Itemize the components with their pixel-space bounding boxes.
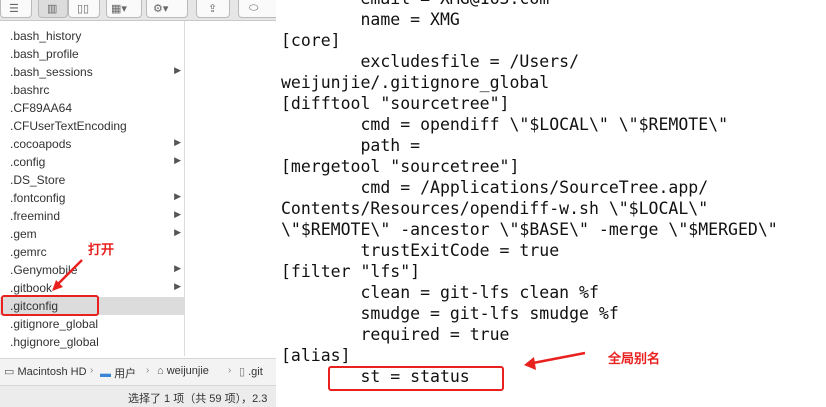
path-separator: › [90, 365, 94, 376]
tag-icon: ⬭ [249, 2, 259, 14]
disk-icon: ▭ [4, 366, 15, 378]
file-name: .cocoapods [10, 137, 72, 151]
document-icon: ▯ [239, 366, 246, 378]
path-disk[interactable]: ▭ Macintosh HD [4, 365, 87, 378]
file-name: .config [10, 155, 46, 169]
file-name: .fontconfig [10, 191, 66, 205]
file-name: .DS_Store [10, 173, 66, 187]
folder-icon: ▬ [100, 368, 111, 380]
action-gear-icon: ⚙▾ [153, 3, 169, 15]
file-row[interactable]: .CF89AA64 [0, 99, 184, 117]
code-line[interactable]: trustExitCode = true [281, 240, 559, 261]
share-icon: ⇪ [208, 3, 218, 15]
code-line[interactable]: required = true [281, 324, 509, 345]
file-name: .gitignore_global [10, 317, 99, 331]
disclosure-chevron-icon[interactable]: ▶ [174, 227, 181, 238]
code-line[interactable]: smudge = git-lfs smudge %f [281, 303, 618, 324]
code-line[interactable]: email = XMG@163.com [281, 0, 549, 9]
list-view-button[interactable]: ☰ [0, 0, 32, 18]
disclosure-chevron-icon[interactable]: ▶ [174, 209, 181, 220]
code-line[interactable]: clean = git-lfs clean %f [281, 282, 598, 303]
path-users[interactable]: ▬ 用户 [100, 365, 136, 381]
file-name: .CF89AA64 [10, 101, 73, 115]
path-separator: › [146, 365, 150, 376]
code-line[interactable]: name = XMG [281, 9, 459, 30]
file-row[interactable]: .bashrc [0, 81, 184, 99]
file-row[interactable]: .DS_Store [0, 171, 184, 189]
home-icon: ⌂ [157, 365, 164, 377]
file-name: .bash_history [10, 29, 82, 43]
file-row[interactable]: .fontconfig ▶ [0, 189, 184, 207]
file-row[interactable]: .cocoapods ▶ [0, 135, 184, 153]
column-view-icon: ▥ [47, 3, 58, 15]
file-row[interactable]: .bash_history [0, 27, 184, 45]
file-row[interactable]: .Genymobile ▶ [0, 261, 184, 279]
file-row[interactable]: .CFUserTextEncoding [0, 117, 184, 135]
code-line[interactable]: excludesfile = /Users/ [281, 51, 579, 72]
arrange-icon: ▦▾ [111, 3, 127, 15]
code-line[interactable]: [alias] [281, 345, 351, 366]
file-name: .gitbook [10, 281, 53, 295]
cover-flow-icon: ▯▯ [77, 3, 90, 15]
path-home[interactable]: ⌂ weijunjie [157, 365, 209, 377]
preview-column [185, 21, 276, 356]
file-name: .bashrc [10, 83, 50, 97]
file-name: .bash_profile [10, 47, 79, 61]
status-bar: 选择了 1 项（共 59 项），2.3 [0, 385, 276, 407]
code-line[interactable]: \"$REMOTE\" -ancestor \"$BASE\" -merge \… [281, 219, 778, 240]
disclosure-chevron-icon[interactable]: ▶ [174, 191, 181, 202]
path-file[interactable]: ▯ .git [239, 365, 263, 378]
code-line[interactable]: cmd = opendiff \"$LOCAL\" \"$REMOTE\" [281, 114, 728, 135]
file-name: .bash_sessions [10, 65, 93, 79]
tag-button[interactable]: ⬭ [238, 0, 280, 18]
code-line[interactable]: cmd = /Applications/SourceTree.app/ [281, 177, 708, 198]
gitconfig-highlight-box [1, 295, 99, 316]
open-annotation-label: 打开 [88, 242, 115, 257]
code-line[interactable]: [filter "lfs"] [281, 261, 420, 282]
file-name: .gemrc [10, 245, 47, 259]
file-name: .hgignore_global [10, 335, 99, 349]
file-row[interactable]: .freemind ▶ [0, 207, 184, 225]
finder-toolbar: ☰ ▥ ▯▯ ▦▾ ⚙▾ ⇪ ⬭ [0, 0, 280, 21]
file-row[interactable]: .gitignore_global [0, 315, 184, 333]
list-view-icon: ☰ [9, 3, 19, 15]
code-line[interactable]: [mergetool "sourcetree"] [281, 156, 519, 177]
disclosure-chevron-icon[interactable]: ▶ [174, 281, 181, 292]
file-name: .Genymobile [10, 263, 78, 277]
disclosure-chevron-icon[interactable]: ▶ [174, 155, 181, 166]
disclosure-chevron-icon[interactable]: ▶ [174, 137, 181, 148]
file-name: .freemind [10, 209, 61, 223]
share-button[interactable]: ⇪ [196, 0, 230, 18]
path-bar: ▭ Macintosh HD › ▬ 用户 › ⌂ weijunjie › ▯ … [0, 358, 276, 385]
disclosure-chevron-icon[interactable]: ▶ [174, 263, 181, 274]
code-line[interactable]: Contents/Resources/opendiff-w.sh \"$LOCA… [281, 198, 708, 219]
code-line[interactable]: [core] [281, 30, 341, 51]
path-separator: › [228, 365, 232, 376]
action-button[interactable]: ⚙▾ [146, 0, 188, 18]
selection-status: 选择了 1 项（共 59 项），2.3 [128, 393, 268, 405]
file-row[interactable]: .config ▶ [0, 153, 184, 171]
code-line[interactable]: path = [281, 135, 420, 156]
column-view-button[interactable]: ▥ [38, 0, 68, 18]
alias-highlight-box [328, 366, 504, 391]
text-editor[interactable]: email = XMG@163.com name = XMG[core] exc… [276, 0, 826, 406]
disclosure-chevron-icon[interactable]: ▶ [174, 65, 181, 76]
arrange-button[interactable]: ▦▾ [106, 0, 142, 18]
code-line[interactable]: weijunjie/.gitignore_global [281, 72, 549, 93]
file-row[interactable]: .hgignore_global [0, 333, 184, 351]
file-row[interactable]: .bash_sessions ▶ [0, 63, 184, 81]
file-name: .CFUserTextEncoding [10, 119, 127, 133]
file-name: .gem [10, 227, 37, 241]
file-row[interactable]: .bash_profile [0, 45, 184, 63]
cover-flow-button[interactable]: ▯▯ [68, 0, 100, 18]
alias-annotation-label: 全局别名 [608, 351, 661, 366]
code-line[interactable]: [difftool "sourcetree"] [281, 93, 509, 114]
